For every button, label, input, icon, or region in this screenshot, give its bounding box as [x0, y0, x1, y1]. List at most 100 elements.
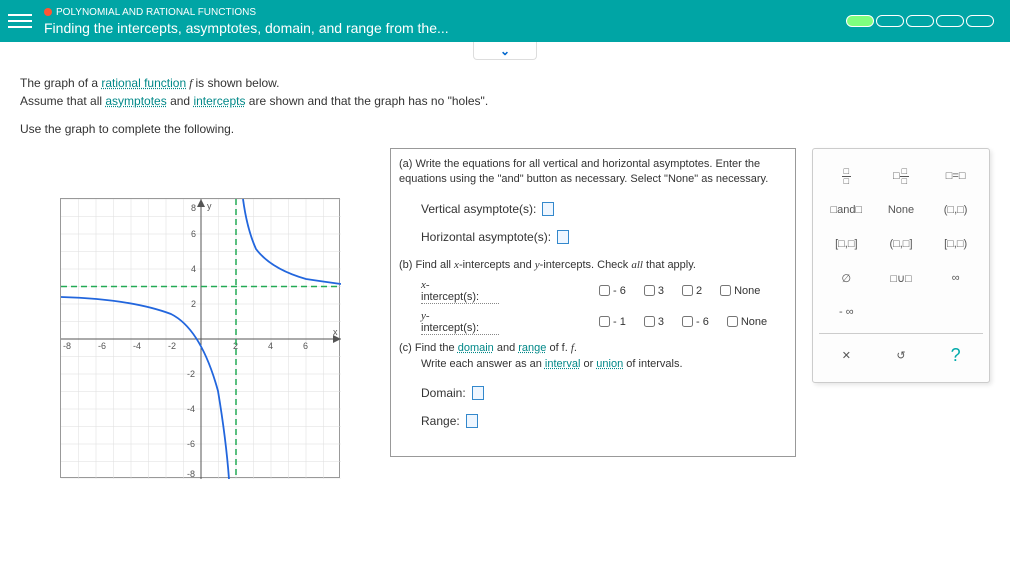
y-intercept-row: y-intercept(s): - 1 3 - 6 None [421, 310, 787, 335]
svg-text:-2: -2 [168, 341, 176, 351]
ha-input[interactable] [557, 230, 569, 244]
domain-label: Domain: [421, 386, 466, 400]
progress-bar [846, 15, 994, 27]
progress-seg [846, 15, 874, 27]
svg-text:8: 8 [191, 203, 196, 213]
intro-text: The graph of a rational function f is sh… [0, 60, 1010, 148]
empty-set-button[interactable]: ∅ [822, 265, 870, 291]
interval-link[interactable]: interval [545, 358, 580, 370]
svg-text:-4: -4 [187, 404, 195, 414]
open-closed-button[interactable]: (□,□] [877, 231, 925, 257]
x-int-opt-none[interactable]: None [720, 285, 760, 297]
blank-button [932, 299, 980, 325]
asymptotes-link[interactable]: asymptotes [105, 94, 166, 108]
none-button[interactable]: None [877, 197, 925, 223]
text: and [167, 94, 194, 108]
breadcrumb: POLYNOMIAL AND RATIONAL FUNCTIONS [44, 7, 846, 18]
progress-seg [966, 15, 994, 27]
range-input[interactable] [466, 414, 478, 428]
undo-button[interactable]: ↺ [877, 342, 925, 368]
range-row: Range: [421, 414, 787, 428]
intercepts-link[interactable]: intercepts [193, 94, 245, 108]
function-graph: xy -8-6-4-2246 8642-2-4-6-8 [60, 198, 340, 478]
part-c-sub: Write each answer as an interval or unio… [421, 357, 787, 372]
svg-text:x: x [333, 327, 338, 337]
svg-text:y: y [207, 201, 212, 211]
category-dot-icon [44, 8, 52, 16]
part-label: (b) [399, 259, 412, 271]
fraction-button[interactable]: □□ [822, 163, 870, 189]
menu-icon[interactable] [8, 10, 32, 32]
mixed-fraction-button[interactable]: □□□ [877, 163, 925, 189]
x-int-opt-neg6[interactable]: - 6 [599, 285, 626, 297]
svg-text:4: 4 [191, 264, 196, 274]
part-label: (a) [399, 158, 412, 170]
clear-button[interactable]: ✕ [822, 342, 870, 368]
svg-text:-4: -4 [133, 341, 141, 351]
part-text: Find the domain and range of f. f. [415, 342, 577, 354]
page-title: Finding the intercepts, asymptotes, doma… [44, 20, 846, 36]
svg-text:6: 6 [303, 341, 308, 351]
graph-column: xy -8-6-4-2246 8642-2-4-6-8 [20, 148, 380, 478]
question-panel: (a) Write the equations for all vertical… [390, 148, 796, 457]
y-int-opt-neg6[interactable]: - 6 [682, 316, 709, 328]
infinity-button[interactable]: ∞ [932, 265, 980, 291]
svg-text:2: 2 [191, 299, 196, 309]
text: is shown below. [195, 76, 279, 90]
va-label: Vertical asymptote(s): [421, 202, 536, 216]
svg-text:-8: -8 [187, 469, 195, 479]
svg-text:-8: -8 [63, 341, 71, 351]
app-header: POLYNOMIAL AND RATIONAL FUNCTIONS Findin… [0, 0, 1010, 42]
closed-open-button[interactable]: [□,□) [932, 231, 980, 257]
x-int-label: x-intercept(s): [421, 279, 499, 304]
y-int-opt-none[interactable]: None [727, 316, 767, 328]
header-text: POLYNOMIAL AND RATIONAL FUNCTIONS Findin… [44, 7, 846, 36]
blank-button [877, 299, 925, 325]
text: The graph of a [20, 76, 101, 90]
vertical-asymptote-row: Vertical asymptote(s): [421, 202, 787, 216]
y-int-opt-neg1[interactable]: - 1 [599, 316, 626, 328]
part-a: (a) Write the equations for all vertical… [399, 157, 787, 244]
domain-input[interactable] [472, 386, 484, 400]
progress-seg [936, 15, 964, 27]
union-link[interactable]: union [596, 358, 623, 370]
equals-button[interactable]: □=□ [932, 163, 980, 189]
part-c: (c) Find the domain and range of f. f. W… [399, 341, 787, 428]
union-button[interactable]: □∪□ [877, 265, 925, 291]
x-int-opt-2[interactable]: 2 [682, 285, 702, 297]
y-int-label: y-intercept(s): [421, 310, 499, 335]
progress-seg [906, 15, 934, 27]
neg-infinity-button[interactable]: - ∞ [822, 299, 870, 325]
category-text: POLYNOMIAL AND RATIONAL FUNCTIONS [56, 7, 256, 18]
x-intercept-row: x-intercept(s): - 6 3 2 None [421, 279, 787, 304]
text: Assume that all [20, 94, 105, 108]
chevron-down-icon[interactable]: ⌄ [473, 42, 537, 60]
open-interval-button[interactable]: (□,□) [932, 197, 980, 223]
rational-function-link[interactable]: rational function [101, 76, 186, 90]
part-label: (c) [399, 342, 412, 354]
part-b: (b) Find all x-intercepts and y-intercep… [399, 258, 787, 335]
va-input[interactable] [542, 202, 554, 216]
and-button[interactable]: □and□ [822, 197, 870, 223]
closed-interval-button[interactable]: [□,□] [822, 231, 870, 257]
svg-text:4: 4 [268, 341, 273, 351]
part-text: Write the equations for all vertical and… [399, 158, 768, 185]
symbol-palette: □□ □□□ □=□ □and□ None (□,□) [□,□] (□,□] … [812, 148, 990, 383]
x-int-opt-3[interactable]: 3 [644, 285, 664, 297]
progress-seg [876, 15, 904, 27]
content-area: xy -8-6-4-2246 8642-2-4-6-8 (a) Write th… [0, 148, 1010, 498]
part-text: Find all x-intercepts and y-intercepts. … [416, 259, 696, 271]
range-label: Range: [421, 414, 460, 428]
svg-text:-2: -2 [187, 369, 195, 379]
horizontal-asymptote-row: Horizontal asymptote(s): [421, 230, 787, 244]
ha-label: Horizontal asymptote(s): [421, 230, 551, 244]
y-int-opt-3[interactable]: 3 [644, 316, 664, 328]
instruction-text: Use the graph to complete the following. [20, 120, 990, 138]
domain-row: Domain: [421, 386, 787, 400]
svg-text:-6: -6 [187, 439, 195, 449]
expand-tab: ⌄ [0, 42, 1010, 60]
domain-link[interactable]: domain [458, 342, 494, 354]
svg-text:6: 6 [191, 229, 196, 239]
range-link[interactable]: range [518, 342, 546, 354]
help-button[interactable]: ? [932, 342, 980, 368]
